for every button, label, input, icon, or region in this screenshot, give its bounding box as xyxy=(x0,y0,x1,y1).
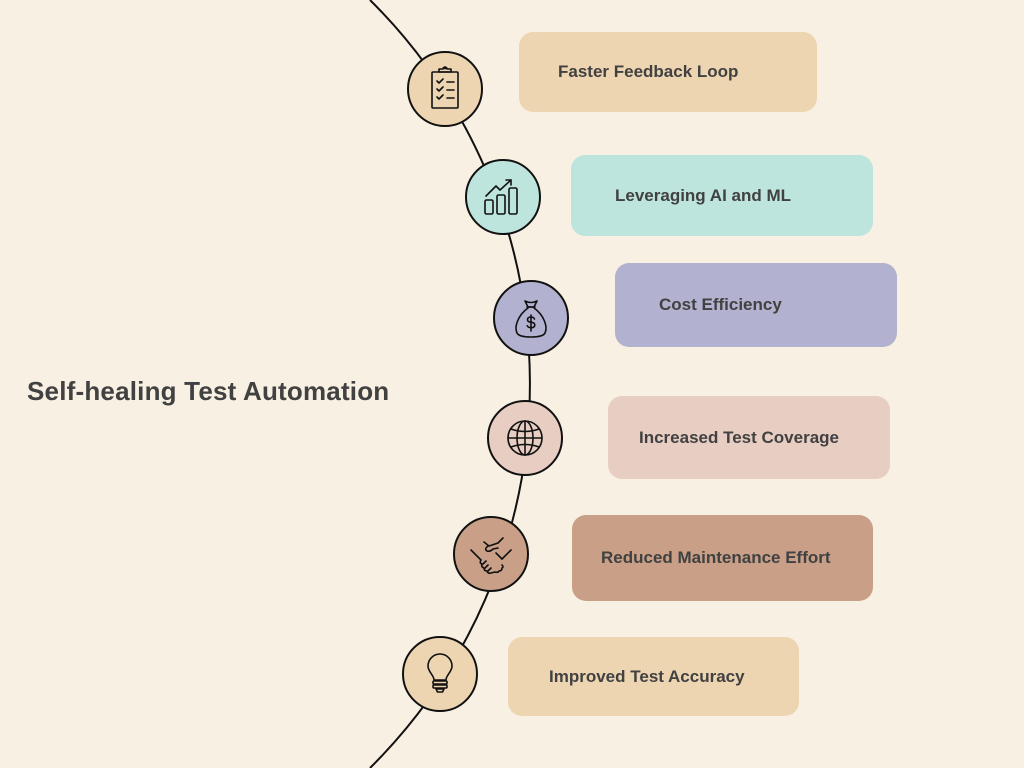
card-faster-feedback-loop: Faster Feedback Loop xyxy=(519,32,817,112)
diagram-title: Self-healing Test Automation xyxy=(27,376,390,406)
growth-chart-icon xyxy=(484,179,518,215)
card-improved-test-accuracy: Improved Test Accuracy xyxy=(508,637,799,716)
node-ai-ml xyxy=(465,159,541,235)
card-label: Leveraging AI and ML xyxy=(615,185,792,205)
card-increased-test-coverage: Increased Test Coverage xyxy=(608,396,890,479)
card-label: Cost Efficiency xyxy=(659,295,782,314)
card-label: Improved Test Accuracy xyxy=(549,666,745,686)
node-maintenance xyxy=(453,516,529,592)
card-reduced-maintenance-effort: Reduced Maintenance Effort xyxy=(572,515,873,601)
card-leveraging-ai-ml: Leveraging AI and ML xyxy=(571,155,873,236)
card-label: Increased Test Coverage xyxy=(639,427,839,447)
clipboard-checklist-icon xyxy=(431,66,459,109)
card-cost-efficiency: Cost Efficiency xyxy=(615,263,897,347)
globe-icon xyxy=(507,420,543,456)
node-cost xyxy=(493,280,569,356)
card-label: Reduced Maintenance Effort xyxy=(601,548,831,567)
node-coverage xyxy=(487,400,563,476)
card-label: Faster Feedback Loop xyxy=(558,62,739,81)
lightbulb-icon xyxy=(427,653,453,693)
handshake-icon xyxy=(470,537,512,575)
node-accuracy xyxy=(402,636,478,712)
node-faster-feedback xyxy=(407,51,483,127)
money-bag-icon xyxy=(515,300,547,338)
